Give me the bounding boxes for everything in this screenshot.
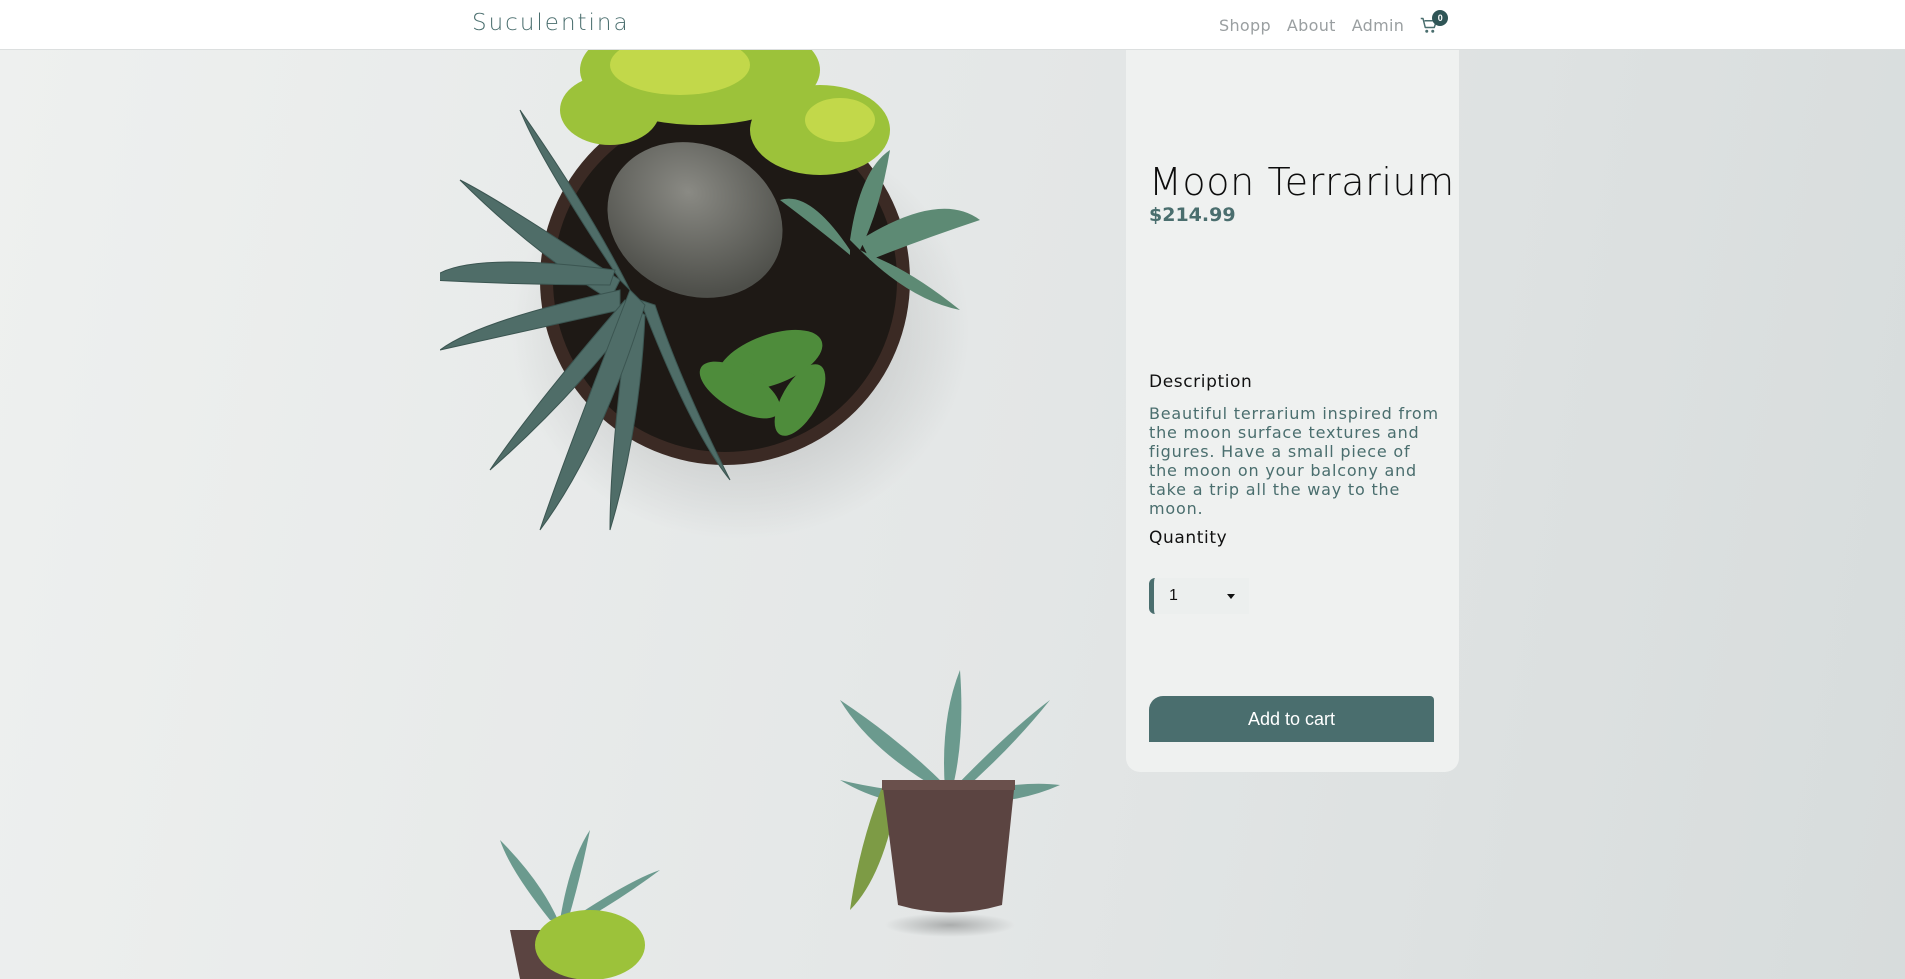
brand-logo[interactable]: Suculentina	[472, 10, 630, 36]
navbar: Suculentina Shopp About Admin 0	[0, 0, 1905, 50]
cart-count-badge: 0	[1432, 10, 1449, 26]
product-details-card: Moon Terrarium $214.99 Description Beaut…	[1126, 50, 1459, 772]
cart-button[interactable]: 0	[1420, 10, 1449, 36]
product-price: $214.99	[1149, 204, 1236, 226]
quantity-select[interactable]: 1	[1149, 578, 1249, 614]
product-title: Moon Terrarium	[1149, 160, 1455, 204]
add-to-cart-button[interactable]: Add to cart	[1149, 696, 1434, 742]
nav-link-admin[interactable]: Admin	[1352, 16, 1405, 35]
product-image-gallery	[440, 50, 1120, 979]
quantity-value: 1	[1169, 587, 1178, 604]
nav-link-shop[interactable]: Shopp	[1219, 16, 1271, 35]
description-label: Description	[1149, 372, 1253, 392]
quantity-label: Quantity	[1149, 528, 1228, 548]
nav-links: Shopp About Admin 0	[1219, 10, 1449, 36]
caret-down-icon	[1227, 594, 1235, 599]
terrarium-image[interactable]	[440, 50, 1120, 979]
product-description: Beautiful terrarium inspired from the mo…	[1149, 404, 1439, 518]
nav-link-about[interactable]: About	[1287, 16, 1336, 35]
